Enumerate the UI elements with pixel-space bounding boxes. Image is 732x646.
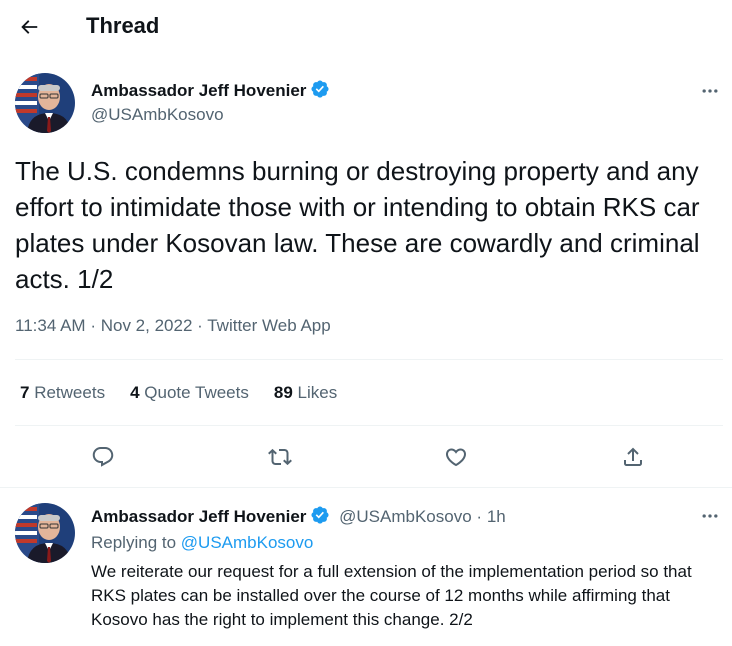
tweet-date[interactable]: Nov 2, 2022	[101, 316, 193, 335]
verified-badge-icon	[311, 506, 329, 524]
likes-label: Likes	[297, 383, 338, 402]
back-button[interactable]	[14, 12, 44, 42]
retweet-icon	[268, 448, 292, 466]
tweet-meta: 11:34 AM · Nov 2, 2022 · Twitter Web App	[15, 316, 331, 336]
more-button[interactable]	[695, 505, 725, 527]
page-title: Thread	[86, 13, 160, 38]
verified-badge-icon	[311, 80, 329, 98]
arrow-left-icon	[21, 20, 38, 34]
avatar[interactable]	[15, 503, 75, 563]
tweet-text: The U.S. condemns burning or destroying …	[15, 156, 700, 294]
author-name-text[interactable]: Ambassador Jeff Hovenier	[91, 507, 306, 526]
replying-to-link[interactable]: @USAmbKosovo	[181, 533, 314, 552]
more-horizontal-icon	[702, 89, 718, 93]
divider	[0, 487, 732, 488]
avatar[interactable]	[15, 73, 75, 133]
meta-separator: ·	[90, 316, 96, 335]
retweets-stat[interactable]: 7 Retweets	[20, 383, 105, 403]
more-horizontal-icon	[702, 514, 718, 518]
reply-text: We reiterate our request for a full exte…	[91, 562, 692, 629]
author-handle: @USAmbKosovo	[91, 105, 224, 124]
reply-author-line: Ambassador Jeff Hovenier @USAmbKosovo · …	[91, 505, 506, 528]
reply-age[interactable]: 1h	[487, 507, 506, 526]
tweet-actions	[0, 440, 732, 472]
tweet-time[interactable]: 11:34 AM	[15, 316, 86, 335]
likes-stat[interactable]: 89 Likes	[274, 383, 337, 403]
heart-icon	[445, 448, 467, 467]
meta-separator: ·	[476, 507, 483, 526]
quotes-count: 4	[130, 383, 140, 402]
likes-count: 89	[273, 383, 293, 402]
share-icon	[624, 447, 642, 466]
retweets-count: 7	[20, 383, 30, 402]
quotes-label: Quote Tweets	[144, 383, 249, 402]
like-button[interactable]	[439, 440, 473, 474]
replying-prefix: Replying to	[91, 533, 177, 552]
share-button[interactable]	[616, 440, 650, 474]
retweet-button[interactable]	[263, 440, 297, 474]
tweet-stats: 7 Retweets 4 Quote Tweets 89 Likes	[20, 383, 337, 403]
reply-icon	[92, 447, 114, 467]
tweet-source[interactable]: Twitter Web App	[207, 316, 330, 335]
replying-to: Replying to @USAmbKosovo	[91, 533, 313, 553]
author-name-text[interactable]: Ambassador Jeff Hovenier	[91, 81, 306, 100]
divider	[15, 425, 723, 426]
reply-handle[interactable]: @USAmbKosovo	[339, 507, 472, 526]
thread-header: Thread	[0, 0, 732, 53]
meta-separator: ·	[197, 316, 203, 335]
quotes-stat[interactable]: 4 Quote Tweets	[130, 383, 249, 403]
more-button[interactable]	[695, 80, 725, 102]
divider	[15, 359, 723, 360]
reply-button[interactable]	[86, 440, 120, 474]
author-name[interactable]: Ambassador Jeff Hovenier	[91, 79, 330, 102]
retweets-label: Retweets	[34, 383, 106, 402]
